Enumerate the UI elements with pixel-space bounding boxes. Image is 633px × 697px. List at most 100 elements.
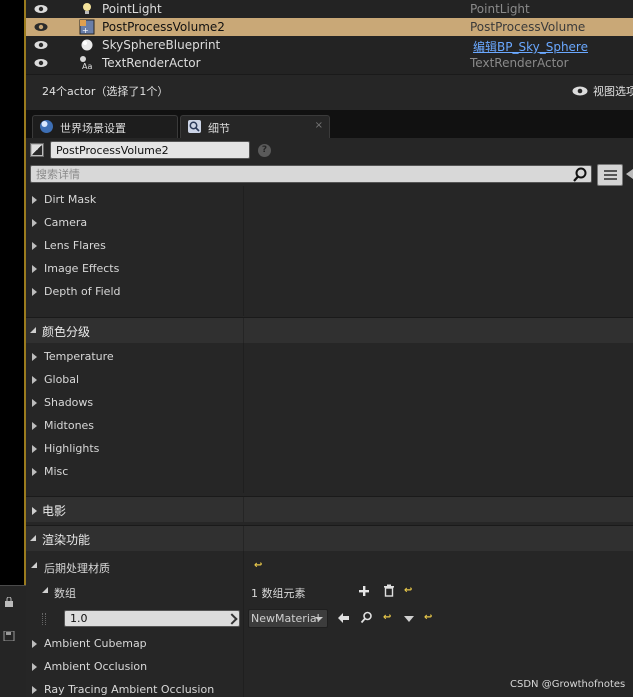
material-dropdown[interactable]: NewMaterial	[248, 609, 328, 628]
watermark: CSDN @Growthofnotes	[510, 679, 626, 690]
group-post-process-materials[interactable]: 后期处理材质 ↩	[26, 555, 633, 578]
group-image-effects[interactable]: Image Effects	[26, 257, 633, 280]
expand-arrow-icon[interactable]	[32, 445, 37, 453]
reset-to-default-icon[interactable]: ↩	[254, 561, 263, 571]
group-label: Temperature	[44, 350, 114, 363]
group-label: Image Effects	[44, 262, 120, 275]
category-label: 颜色分级	[42, 325, 91, 339]
expand-arrow-icon[interactable]	[32, 399, 37, 407]
tab-details[interactable]: 细节 ×	[180, 115, 330, 138]
actor-type: TextRenderActor	[470, 56, 569, 70]
array-label: 数组	[54, 587, 76, 600]
viewport-edge	[0, 0, 26, 697]
group-temperature[interactable]: Temperature	[26, 345, 633, 368]
array-count: 1 数组元素	[251, 587, 306, 600]
collapse-arrow-icon[interactable]	[30, 327, 36, 333]
collapse-arrow-icon[interactable]	[30, 535, 36, 541]
expand-arrow-icon[interactable]	[626, 169, 633, 179]
close-icon[interactable]: ×	[315, 120, 323, 131]
viewport-area[interactable]	[0, 0, 26, 585]
reset-to-default-icon[interactable]: ↩	[383, 613, 392, 623]
material-dropdown-label: NewMaterial	[251, 612, 320, 625]
category-color-grading[interactable]: 颜色分级	[26, 317, 633, 344]
group-depth-of-field[interactable]: Depth of Field	[26, 280, 633, 303]
column-divider	[243, 526, 244, 552]
add-element-icon[interactable]	[358, 585, 370, 597]
outliner-row[interactable]: PointLight PointLight	[26, 0, 633, 18]
group-label: 后期处理材质	[44, 562, 110, 575]
group-dirt-mask[interactable]: Dirt Mask	[26, 188, 633, 211]
blend-weight-value: 1.0	[70, 612, 88, 625]
group-misc[interactable]: Misc	[26, 460, 633, 483]
category-label: 渲染功能	[42, 533, 91, 547]
trash-icon[interactable]	[383, 584, 395, 597]
edit-blueprint-link[interactable]: 编辑BP_Sky_Sphere	[473, 38, 588, 55]
expand-arrow-icon[interactable]	[32, 196, 37, 204]
asset-picker-icon[interactable]	[226, 613, 238, 625]
group-midtones[interactable]: Midtones	[26, 414, 633, 437]
tab-world-settings[interactable]: 世界场景设置	[32, 115, 178, 138]
view-options-button[interactable]: 视图选项	[593, 83, 633, 99]
expand-arrow-icon[interactable]	[32, 468, 37, 476]
group-camera[interactable]: Camera	[26, 211, 633, 234]
group-label: Lens Flares	[44, 239, 106, 252]
drag-handle-icon[interactable]	[42, 613, 46, 625]
help-icon[interactable]: ?	[258, 144, 271, 157]
visibility-eye-icon[interactable]	[34, 40, 48, 50]
category-rendering-features[interactable]: 渲染功能	[26, 525, 633, 552]
expand-arrow-icon[interactable]	[32, 219, 37, 227]
details-search-input[interactable]	[30, 165, 592, 183]
tab-label: 世界场景设置	[60, 122, 126, 135]
collapse-arrow-icon[interactable]	[42, 587, 48, 593]
outliner-row[interactable]: SkySphereBlueprint 编辑BP_Sky_Sphere	[26, 36, 633, 54]
details-magnifier-icon	[188, 120, 201, 133]
expand-arrow-icon[interactable]	[32, 288, 37, 296]
panel-tab-bar: 世界场景设置 细节 ×	[26, 110, 633, 138]
expand-arrow-icon[interactable]	[32, 640, 37, 648]
group-shadows[interactable]: Shadows	[26, 391, 633, 414]
expand-arrow-icon[interactable]	[32, 686, 37, 694]
column-divider	[243, 497, 244, 523]
group-label: Depth of Field	[44, 285, 121, 298]
group-label: Ambient Cubemap	[44, 637, 147, 650]
visibility-eye-icon[interactable]	[34, 58, 48, 68]
expand-arrow-icon[interactable]	[32, 353, 37, 361]
array-element-row: 1.0 NewMaterial ↩ ↩	[26, 606, 633, 632]
lightbulb-icon	[83, 3, 91, 14]
group-label: Ray Tracing Ambient Occlusion	[44, 683, 215, 696]
browse-search-icon[interactable]	[360, 611, 373, 624]
reset-to-default-icon[interactable]: ↩	[424, 613, 433, 623]
group-lens-flares[interactable]: Lens Flares	[26, 234, 633, 257]
view-options-eye-icon[interactable]	[572, 86, 588, 96]
collapse-arrow-icon[interactable]	[31, 562, 37, 568]
svg-text:Aa: Aa	[82, 62, 92, 71]
reset-to-default-icon[interactable]: ↩	[404, 586, 413, 596]
visibility-eye-icon[interactable]	[34, 4, 48, 14]
property-matrix-button[interactable]	[597, 164, 623, 186]
tab-label: 细节	[208, 122, 230, 135]
category-label: 电影	[42, 504, 67, 518]
actor-name: PointLight	[102, 2, 162, 16]
lock-icon[interactable]	[3, 596, 15, 607]
use-selected-arrow-icon[interactable]	[337, 612, 350, 624]
outliner-row[interactable]: Aa TextRenderActor TextRenderActor	[26, 54, 633, 72]
object-name-field[interactable]	[50, 141, 250, 159]
expand-arrow-icon[interactable]	[32, 242, 37, 250]
category-film[interactable]: 电影	[26, 496, 633, 523]
expand-arrow-icon[interactable]	[32, 422, 37, 430]
outliner-row-selected[interactable]: + PostProcessVolume2 PostProcessVolume	[26, 18, 633, 36]
group-ambient-occlusion[interactable]: Ambient Occlusion	[26, 655, 633, 678]
expand-arrow-icon[interactable]	[32, 507, 37, 515]
group-global[interactable]: Global	[26, 368, 633, 391]
expand-arrow-icon[interactable]	[32, 376, 37, 384]
group-highlights[interactable]: Highlights	[26, 437, 633, 460]
visibility-eye-icon[interactable]	[34, 22, 48, 32]
blend-weight-field[interactable]: 1.0	[64, 610, 240, 627]
expand-arrow-icon[interactable]	[32, 265, 37, 273]
group-ambient-cubemap[interactable]: Ambient Cubemap	[26, 632, 633, 655]
expand-arrow-icon[interactable]	[32, 663, 37, 671]
save-icon[interactable]	[3, 630, 15, 642]
chevron-down-icon[interactable]	[404, 616, 414, 622]
sphere-icon	[81, 39, 93, 51]
actor-type: PostProcessVolume	[470, 20, 586, 34]
